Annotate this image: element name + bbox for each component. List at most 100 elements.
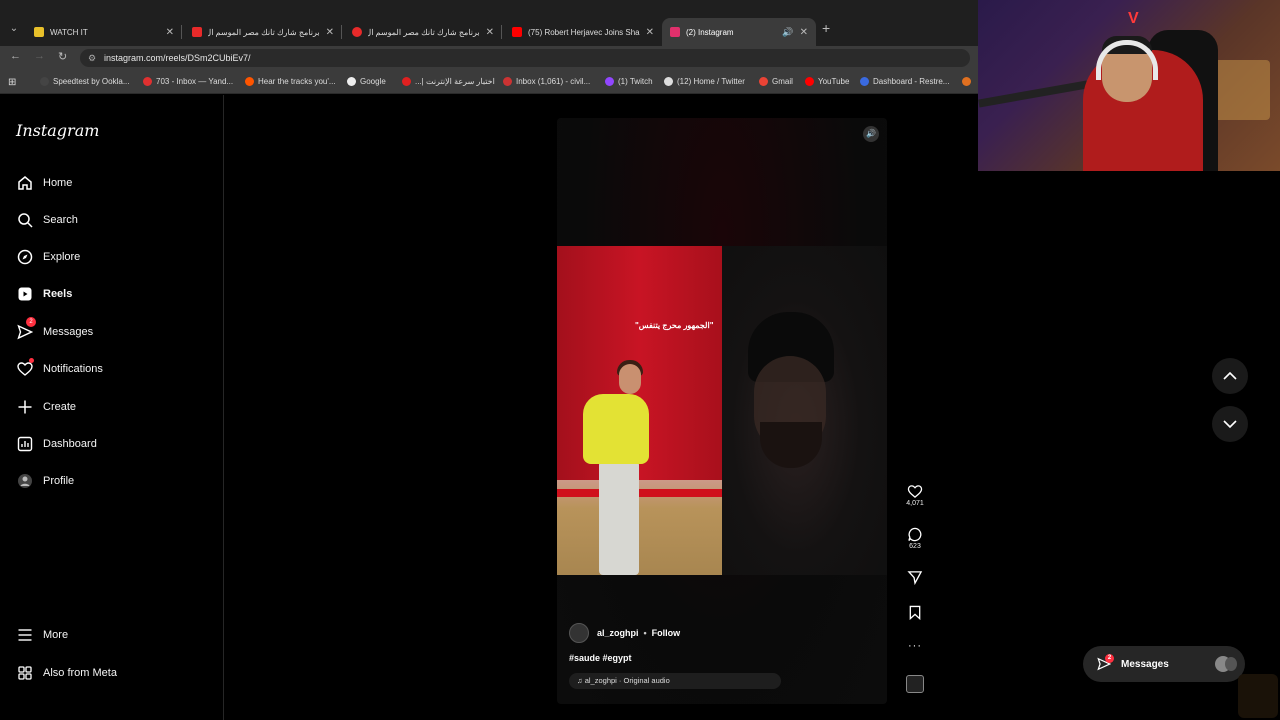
- site-info-icon[interactable]: ⚙: [88, 49, 96, 67]
- sidebar-item-dashboard[interactable]: Dashboard: [16, 432, 97, 456]
- bookmark-item[interactable]: Inbox (1,061) - civil...: [503, 77, 590, 86]
- streamer-logo-icon: V: [1128, 10, 1139, 27]
- sidebar-item-search[interactable]: Search: [16, 208, 78, 232]
- follow-button[interactable]: Follow: [652, 628, 681, 638]
- twitch-icon: [605, 77, 614, 86]
- like-count: 4,071: [906, 500, 924, 507]
- messages-pill[interactable]: 2 Messages: [1083, 646, 1245, 682]
- chevron-up-icon: [1223, 371, 1237, 381]
- next-reel-button[interactable]: [1212, 406, 1248, 442]
- reel-video-left: "الجمهور محرج يتنفس": [557, 246, 722, 575]
- browser-tab[interactable]: WATCH IT ✕: [26, 18, 182, 46]
- heart-icon: [903, 484, 927, 499]
- reel-hashtags[interactable]: #saude #egypt: [569, 653, 869, 663]
- audio-cover-icon: [906, 675, 924, 693]
- bookmark-item[interactable]: Speedtest by Ookla...: [40, 77, 130, 86]
- site-favicon-icon: [352, 27, 362, 37]
- youtube-favicon-icon: [512, 27, 522, 37]
- reel-audio[interactable]: ♫ al_zoghpi · Original audio: [569, 673, 781, 689]
- close-tab-icon[interactable]: ✕: [166, 27, 174, 38]
- browser-tab-active[interactable]: (2) Instagram 🔊 ✕: [662, 18, 816, 46]
- sidebar-item-more[interactable]: More: [16, 623, 68, 647]
- browser-tab[interactable]: برنامج شارك تانك مصر الموسم ال ✕: [184, 18, 342, 46]
- apps-grid-icon[interactable]: ⊞: [8, 77, 16, 88]
- speedtest-icon: [40, 77, 49, 86]
- bookmark-item[interactable]: 703 - Inbox — Yand...: [143, 77, 233, 86]
- back-icon[interactable]: ←: [10, 50, 21, 62]
- bookmark-item[interactable]: Hear the tracks you'...: [245, 77, 336, 86]
- sidebar-item-create[interactable]: Create: [16, 395, 76, 419]
- webcam-overlay: V: [978, 0, 1280, 171]
- author-avatar[interactable]: [569, 623, 589, 643]
- raad-watermark-logo: [1238, 674, 1278, 718]
- plus-icon: [16, 398, 34, 416]
- video-caption-overlay: "الجمهور محرج يتنفس": [635, 321, 714, 330]
- close-tab-icon[interactable]: ✕: [800, 27, 808, 38]
- reel-player[interactable]: 🔊 "الجمهور محرج يتنفس" al_zoghpi • Follo…: [557, 118, 887, 704]
- instagram-favicon-icon: [670, 27, 680, 37]
- author-username[interactable]: al_zoghpi: [597, 628, 639, 638]
- address-bar[interactable]: ⚙ instagram.com/reels/DSm2CUbiEv7/: [80, 49, 970, 67]
- sidebar-item-reels[interactable]: Reels: [16, 282, 72, 306]
- like-button[interactable]: 4,071: [903, 484, 927, 507]
- previous-reel-button[interactable]: [1212, 358, 1248, 394]
- bookmark-item[interactable]: (12) Home / Twitter: [664, 77, 745, 86]
- instagram-logo[interactable]: Instagram: [16, 121, 99, 140]
- x-twitter-icon: [664, 77, 673, 86]
- reel-meta: al_zoghpi • Follow #saude #egypt ♫ al_zo…: [569, 623, 869, 689]
- meta-grid-icon: [16, 664, 34, 682]
- messenger-icon: 2: [16, 317, 36, 341]
- reel-video-right: [722, 246, 887, 575]
- close-tab-icon[interactable]: ✕: [486, 27, 494, 38]
- bookmark-item[interactable]: Dashboard - Restre...: [860, 77, 949, 86]
- bookmark-item[interactable]: (1) Twitch: [605, 77, 653, 86]
- gmail-icon: [759, 77, 768, 86]
- sidebar-item-messages[interactable]: 2 Messages: [16, 317, 93, 344]
- sidebar-item-notifications[interactable]: Notifications: [16, 357, 103, 381]
- browser-tab[interactable]: (75) Robert Herjavec Joins Shar ✕: [504, 18, 662, 46]
- google-icon: [347, 77, 356, 86]
- mail-icon: [503, 77, 512, 86]
- tab-search-menu-icon[interactable]: ⌄: [6, 20, 22, 38]
- bookmark-overflow-icon[interactable]: [962, 77, 975, 86]
- audio-playing-icon[interactable]: 🔊: [782, 27, 793, 38]
- share-icon: [903, 570, 927, 585]
- browser-tab-strip: ⌄ WATCH IT ✕ برنامج شارك تانك مصر الموسم…: [0, 0, 978, 46]
- search-icon: [16, 211, 34, 229]
- more-options-icon[interactable]: ···: [903, 640, 927, 652]
- speed-test-icon: [402, 77, 411, 86]
- sidebar-item-explore[interactable]: Explore: [16, 245, 80, 269]
- audio-thumbnail[interactable]: [903, 675, 927, 693]
- forward-icon[interactable]: →: [34, 50, 45, 62]
- reload-icon[interactable]: ↻: [58, 50, 67, 63]
- bookmark-item[interactable]: Gmail: [759, 77, 793, 86]
- messages-pill-badge: 2: [1105, 654, 1114, 663]
- browser-tab[interactable]: برنامج شارك تانك مصر الموسم ال ✕: [344, 18, 502, 46]
- restream-icon: [860, 77, 869, 86]
- yandex-icon: [143, 77, 152, 86]
- comment-button[interactable]: 623: [903, 527, 927, 550]
- share-button[interactable]: [903, 570, 927, 585]
- heart-icon: [16, 358, 34, 378]
- reels-icon: [16, 285, 34, 303]
- site-favicon-icon: [192, 27, 202, 37]
- bookmark-item[interactable]: اختبار سرعة الإنترنت |...: [402, 77, 495, 86]
- sidebar-item-home[interactable]: Home: [16, 171, 72, 195]
- sidebar-item-also-from-meta[interactable]: Also from Meta: [16, 661, 117, 685]
- volume-icon[interactable]: 🔊: [863, 126, 879, 142]
- reel-author-row: al_zoghpi • Follow: [569, 623, 869, 643]
- comment-count: 623: [909, 543, 921, 550]
- bookmark-item[interactable]: YouTube: [805, 77, 849, 86]
- save-button[interactable]: [903, 605, 927, 620]
- instagram-sidebar: Instagram Home Search Explore Reels 2 Me…: [0, 95, 224, 720]
- sidebar-item-profile[interactable]: Profile: [16, 469, 74, 493]
- hamburger-menu-icon: [16, 626, 34, 644]
- notification-dot: [29, 358, 34, 363]
- bookmark-icon: [903, 605, 927, 620]
- comment-icon: [903, 527, 927, 542]
- soundcloud-icon: [245, 77, 254, 86]
- bookmark-item[interactable]: Google: [347, 77, 386, 86]
- new-tab-icon[interactable]: +: [822, 20, 830, 36]
- close-tab-icon[interactable]: ✕: [646, 27, 654, 38]
- close-tab-icon[interactable]: ✕: [326, 27, 334, 38]
